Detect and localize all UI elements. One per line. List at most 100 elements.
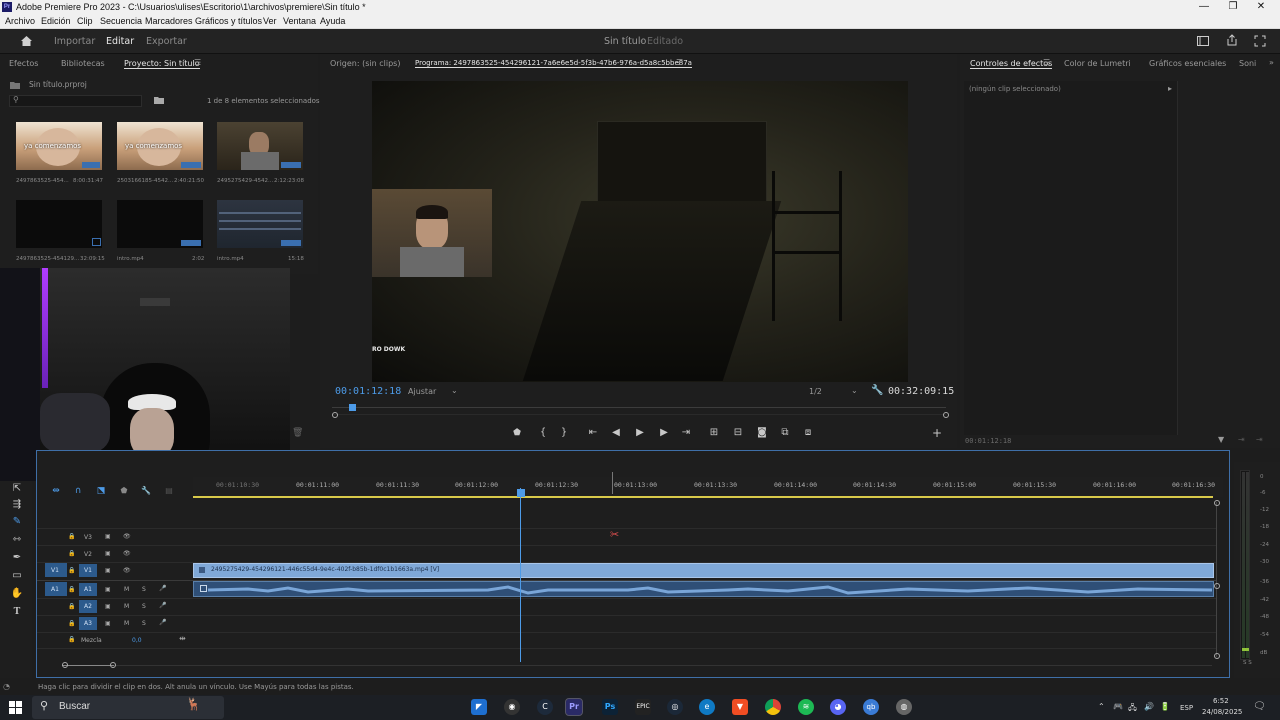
vscroll-handle-top[interactable] [1214,500,1220,506]
resolution-select[interactable]: 1/2 [809,387,822,396]
go-to-out-icon[interactable]: ⇥ [679,427,693,438]
taskbar-app-misc[interactable]: ◍ [896,699,912,715]
menu-secuencia[interactable]: Secuencia [100,14,142,29]
captions-icon[interactable]: ▤ [162,486,176,495]
track-label-v1[interactable]: V1 [84,567,92,574]
search-input[interactable]: ⚲ [9,95,142,107]
taskbar-app-photoshop[interactable]: Ps [602,699,618,715]
panel-menu-icon[interactable]: ☰ [1043,58,1050,67]
eye-icon[interactable]: 👁 [123,567,131,574]
mute-button[interactable]: M [124,603,129,610]
microphone-icon[interactable]: 🎤 [159,602,166,609]
lock-icon[interactable]: 🔒 [68,620,75,627]
hscroll-bar[interactable] [62,665,114,666]
clock-time[interactable]: 6:52 [1213,697,1229,705]
tab-source[interactable]: Origen: (sin clips) [330,59,400,68]
taskbar-app-premiere[interactable]: Pr [565,698,583,716]
tab-importar[interactable]: Importar [54,36,95,47]
taskbar-app-cortana[interactable]: C [537,699,553,715]
multicam-icon[interactable]: ⧈ [801,427,815,438]
hscroll-handle-right[interactable] [110,662,116,668]
track-select-tool-icon[interactable]: ⇶ [9,499,25,513]
chevron-up-icon[interactable]: ⌃ [1098,702,1105,711]
eye-icon[interactable]: 👁 [123,550,131,557]
menu-clip[interactable]: Clip [77,14,93,29]
taskbar-app-chrome[interactable] [765,699,781,715]
lift-icon[interactable]: ⊞ [707,427,721,438]
taskbar-app-spotify[interactable]: ≋ [798,699,814,715]
zoom-handle-left[interactable] [332,412,338,418]
media-thumbnail[interactable]: ya comenzamos [16,122,102,170]
clock-date[interactable]: 24/08/2025 [1202,708,1242,716]
fullscreen-icon[interactable] [1254,35,1266,47]
media-thumbnail[interactable] [217,200,303,248]
mute-button[interactable]: M [124,620,129,627]
magnet-icon[interactable]: ∩ [71,486,85,496]
go-to-in-icon[interactable]: ⇤ [586,427,600,438]
menu-edicion[interactable]: Edición [41,14,71,29]
taskbar-app-steam[interactable]: ◎ [667,699,683,715]
mix-keyframe-icon[interactable]: ⇹ [179,634,186,643]
microphone-icon[interactable]: 🎤 [159,619,166,626]
minimize-button[interactable]: — [1197,0,1211,14]
tab-sonido[interactable]: Soni [1239,59,1256,68]
taskbar-app-discord[interactable]: ◕ [830,699,846,715]
work-area-bar[interactable] [193,496,1213,498]
snap-icon[interactable]: ⇹ [49,486,63,496]
mark-out-icon[interactable]: } [557,427,571,438]
ripple-tool-icon[interactable]: ⇿ [9,534,25,548]
share-icon[interactable] [1226,34,1238,46]
audio-clip[interactable] [193,581,1214,597]
media-thumbnail[interactable] [16,200,102,248]
zoom-handle-right[interactable] [943,412,949,418]
lock-icon[interactable]: 🔒 [68,567,75,574]
tab-graficos-esenciales[interactable]: Gráficos esenciales [1149,59,1226,68]
tab-editar[interactable]: Editar [106,36,134,47]
panel-menu-icon[interactable]: ☰ [676,58,683,67]
media-thumbnail[interactable]: ya comenzamos [117,122,203,170]
taskbar-app-qb[interactable]: qb [863,699,879,715]
panel-menu-icon[interactable]: ☰ [194,58,201,67]
film-icon[interactable]: ▣ [105,586,111,593]
language-indicator[interactable]: ESP [1180,704,1193,712]
taskbar-search[interactable]: ⚲ Buscar 🦌 [32,696,224,719]
hand-tool-icon[interactable]: ✋ [9,588,25,602]
razor-tool-icon[interactable]: ✎ [9,516,25,530]
tab-effect-controls[interactable]: Controles de efectos [970,59,1053,69]
fit-select[interactable]: Ajustar [408,387,436,396]
tab-proyecto[interactable]: Proyecto: Sin título [124,59,200,69]
taskbar-app-chrome-dark[interactable]: ◉ [504,699,520,715]
new-bin-icon[interactable] [154,96,164,104]
solo-button[interactable]: S [142,603,146,610]
lock-icon[interactable]: 🔒 [68,603,75,610]
tab-exportar[interactable]: Exportar [146,36,187,47]
wrench-icon[interactable]: 🔧 [871,385,883,396]
track-label-a1[interactable]: A1 [84,586,92,593]
program-current-time[interactable]: 00:01:12:18 [335,386,401,397]
home-icon[interactable] [20,35,33,47]
selection-tool-icon[interactable]: ⇱ [9,483,25,497]
solo-button[interactable]: S [142,620,146,627]
filter-icon[interactable]: ▼ [1218,435,1224,444]
lock-icon[interactable]: 🔒 [68,636,75,643]
film-icon[interactable]: ▣ [105,567,111,574]
hscroll-handle-left[interactable] [62,662,68,668]
microphone-icon[interactable]: 🎤 [159,585,166,592]
close-button[interactable]: ✕ [1254,0,1268,14]
menu-ventana[interactable]: Ventana [283,14,316,29]
timeline-playhead[interactable] [517,489,525,497]
vscroll-handle-bottom[interactable] [1214,653,1220,659]
lock-icon[interactable]: 🔒 [68,550,75,557]
taskbar-app-epic[interactable]: EPIC [635,699,651,715]
taskbar-app-edge[interactable]: e [699,699,715,715]
mute-button[interactable]: M [124,586,129,593]
track-label-a3[interactable]: A3 [84,620,92,627]
taskbar-app-edge-blue[interactable]: ◤ [471,699,487,715]
add-button-icon[interactable]: + [930,426,944,440]
maximize-button[interactable]: ❐ [1226,0,1240,14]
add-marker-icon[interactable]: ⬟ [510,428,524,438]
lock-icon[interactable]: 🔒 [68,533,75,540]
trash-icon[interactable]: 🗑 [292,428,303,438]
export-icon[interactable]: ⇥ [1256,435,1263,444]
camera-icon[interactable]: ◙ [755,427,769,438]
